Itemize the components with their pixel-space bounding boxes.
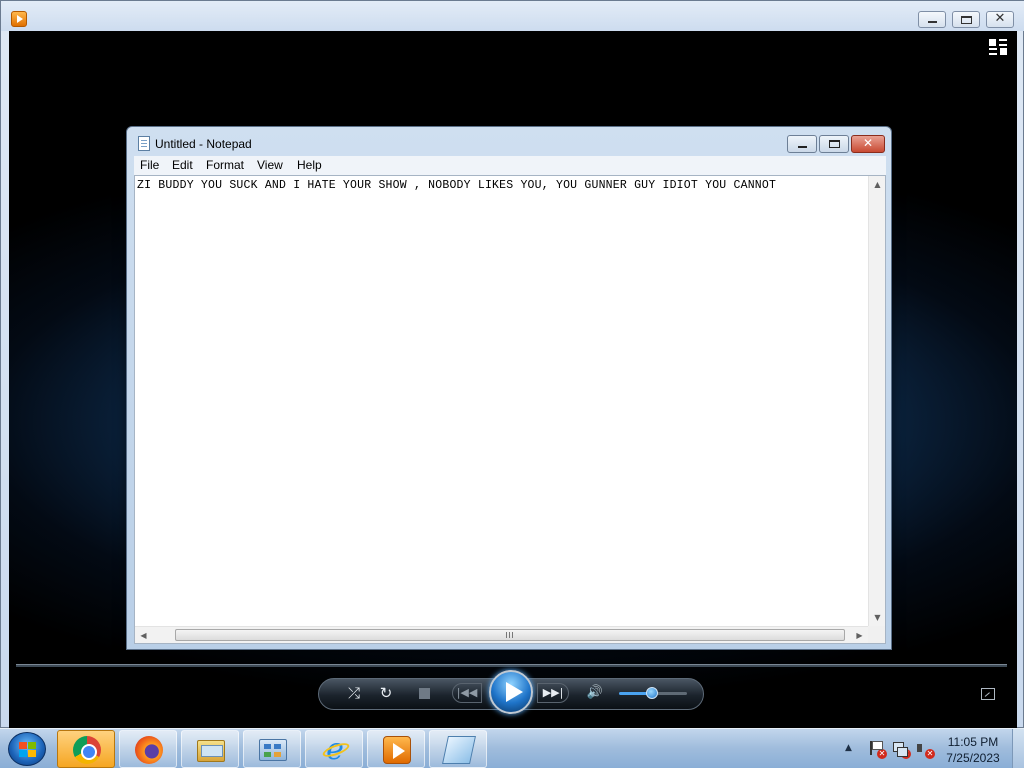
- switch-to-library-button[interactable]: [989, 39, 1007, 55]
- notepad-title: Untitled - Notepad: [155, 137, 252, 151]
- taskbar-chrome[interactable]: [57, 730, 115, 768]
- taskbar-firefox[interactable]: [119, 730, 177, 768]
- notepad-menubar: File Edit Format View Help: [134, 156, 886, 175]
- firefox-icon: [135, 736, 163, 764]
- explorer-icon: [197, 740, 225, 762]
- taskbar-control-panel[interactable]: [243, 730, 301, 768]
- menu-view[interactable]: View: [257, 158, 283, 172]
- notepad-maximize-button[interactable]: [819, 135, 849, 153]
- show-hidden-icons-icon[interactable]: ▲: [845, 743, 852, 753]
- seek-bar[interactable]: [16, 664, 1007, 667]
- horizontal-scrollbar[interactable]: ◀ ▶: [135, 626, 868, 643]
- switch-to-now-playing-icon[interactable]: [981, 688, 995, 700]
- chrome-icon: [73, 736, 101, 764]
- notepad-minimize-button[interactable]: [787, 135, 817, 153]
- menu-edit[interactable]: Edit: [172, 158, 193, 172]
- scroll-right-arrow-icon[interactable]: ▶: [851, 627, 868, 644]
- menu-file[interactable]: File: [140, 158, 159, 172]
- notepad-close-button[interactable]: ✕: [851, 135, 885, 153]
- media-player-icon: [383, 736, 411, 764]
- media-player-titlebar[interactable]: ✕: [1, 1, 1024, 31]
- mute-button[interactable]: 🔊: [586, 685, 604, 700]
- close-icon: ✕: [994, 11, 1006, 26]
- start-button[interactable]: [8, 732, 46, 766]
- switch-library-icon: [989, 39, 996, 46]
- network-icon[interactable]: ✕: [892, 740, 911, 759]
- play-button[interactable]: [489, 670, 533, 714]
- notepad-icon: [442, 736, 476, 764]
- maximize-icon: [961, 16, 972, 24]
- clock-time: 11:05 PM: [947, 735, 999, 749]
- shuffle-button[interactable]: ⤮: [344, 684, 364, 702]
- scroll-down-arrow-icon[interactable]: ▼: [869, 609, 886, 626]
- stop-button[interactable]: [419, 688, 430, 699]
- next-button[interactable]: ▶▶|: [537, 683, 569, 703]
- windows-logo-icon: [19, 742, 36, 757]
- previous-button[interactable]: |◀◀: [452, 683, 482, 703]
- notepad-content[interactable]: ZI BUDDY YOU SUCK AND I HATE YOUR SHOW ,…: [137, 179, 776, 192]
- system-clock[interactable]: 11:05 PM 7/25/2023: [942, 734, 1004, 766]
- control-panel-icon: [259, 739, 287, 761]
- internet-explorer-icon: e: [321, 735, 351, 765]
- minimize-icon: [928, 21, 937, 23]
- clock-date: 7/25/2023: [946, 751, 1000, 765]
- horizontal-scroll-thumb[interactable]: [175, 629, 845, 641]
- notepad-window: Untitled - Notepad ✕ File Edit Format Vi…: [126, 126, 892, 650]
- grip-icon: [506, 632, 513, 638]
- show-desktop-button[interactable]: [1012, 729, 1024, 768]
- volume-knob[interactable]: [646, 687, 658, 699]
- repeat-button[interactable]: ↻: [376, 684, 396, 702]
- notepad-icon[interactable]: [138, 136, 150, 151]
- scroll-left-arrow-icon[interactable]: ◀: [135, 627, 152, 644]
- menu-help[interactable]: Help: [297, 158, 322, 172]
- media-player-app-icon[interactable]: [11, 11, 27, 27]
- close-icon: ✕: [862, 136, 874, 150]
- minimize-icon: [798, 146, 807, 148]
- vertical-scrollbar[interactable]: ▲ ▼: [868, 176, 885, 626]
- taskbar-internet-explorer[interactable]: e: [305, 730, 363, 768]
- notepad-text-area[interactable]: ZI BUDDY YOU SUCK AND I HATE YOUR SHOW ,…: [134, 175, 886, 644]
- minimize-button[interactable]: [918, 11, 946, 28]
- action-center-flag-icon[interactable]: ✕: [868, 740, 887, 759]
- close-button[interactable]: ✕: [986, 11, 1014, 28]
- maximize-button[interactable]: [952, 11, 980, 28]
- volume-muted-icon[interactable]: ✕: [916, 740, 935, 759]
- maximize-icon: [829, 140, 840, 148]
- taskbar-notepad[interactable]: [429, 730, 487, 768]
- taskbar-explorer[interactable]: [181, 730, 239, 768]
- scroll-up-arrow-icon[interactable]: ▲: [869, 176, 886, 193]
- menu-format[interactable]: Format: [206, 158, 244, 172]
- taskbar-media-player[interactable]: [367, 730, 425, 768]
- size-grip[interactable]: [868, 626, 885, 643]
